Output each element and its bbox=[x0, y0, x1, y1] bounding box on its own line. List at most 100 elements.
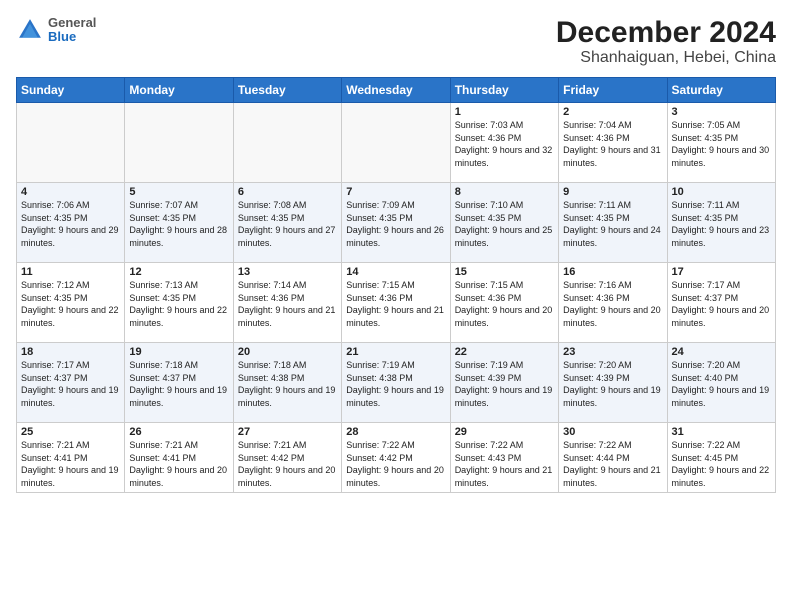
day-info: Sunrise: 7:22 AM Sunset: 4:43 PM Dayligh… bbox=[455, 439, 554, 489]
day-number: 21 bbox=[346, 346, 445, 358]
day-number: 23 bbox=[563, 346, 662, 358]
logo: General Blue bbox=[16, 16, 96, 45]
day-info: Sunrise: 7:08 AM Sunset: 4:35 PM Dayligh… bbox=[238, 199, 337, 249]
day-number: 19 bbox=[129, 346, 228, 358]
day-number: 20 bbox=[238, 346, 337, 358]
calendar-subtitle: Shanhaiguan, Hebei, China bbox=[556, 49, 776, 67]
table-row: 14 Sunrise: 7:15 AM Sunset: 4:36 PM Dayl… bbox=[342, 263, 450, 343]
day-info: Sunrise: 7:21 AM Sunset: 4:41 PM Dayligh… bbox=[129, 439, 228, 489]
day-number: 17 bbox=[672, 266, 771, 278]
table-row: 5 Sunrise: 7:07 AM Sunset: 4:35 PM Dayli… bbox=[125, 183, 233, 263]
day-info: Sunrise: 7:22 AM Sunset: 4:44 PM Dayligh… bbox=[563, 439, 662, 489]
table-row: 22 Sunrise: 7:19 AM Sunset: 4:39 PM Dayl… bbox=[450, 343, 558, 423]
day-number: 28 bbox=[346, 426, 445, 438]
day-info: Sunrise: 7:13 AM Sunset: 4:35 PM Dayligh… bbox=[129, 279, 228, 329]
day-info: Sunrise: 7:21 AM Sunset: 4:41 PM Dayligh… bbox=[21, 439, 120, 489]
logo-blue: Blue bbox=[48, 30, 96, 44]
table-row: 4 Sunrise: 7:06 AM Sunset: 4:35 PM Dayli… bbox=[17, 183, 125, 263]
table-row: 1 Sunrise: 7:03 AM Sunset: 4:36 PM Dayli… bbox=[450, 103, 558, 183]
day-info: Sunrise: 7:17 AM Sunset: 4:37 PM Dayligh… bbox=[672, 279, 771, 329]
table-row: 26 Sunrise: 7:21 AM Sunset: 4:41 PM Dayl… bbox=[125, 423, 233, 493]
col-wednesday: Wednesday bbox=[342, 78, 450, 103]
col-tuesday: Tuesday bbox=[233, 78, 341, 103]
day-number: 29 bbox=[455, 426, 554, 438]
table-row: 29 Sunrise: 7:22 AM Sunset: 4:43 PM Dayl… bbox=[450, 423, 558, 493]
col-sunday: Sunday bbox=[17, 78, 125, 103]
day-info: Sunrise: 7:18 AM Sunset: 4:38 PM Dayligh… bbox=[238, 359, 337, 409]
table-row bbox=[342, 103, 450, 183]
logo-icon bbox=[16, 16, 44, 44]
table-row: 6 Sunrise: 7:08 AM Sunset: 4:35 PM Dayli… bbox=[233, 183, 341, 263]
table-row bbox=[125, 103, 233, 183]
day-info: Sunrise: 7:10 AM Sunset: 4:35 PM Dayligh… bbox=[455, 199, 554, 249]
day-info: Sunrise: 7:06 AM Sunset: 4:35 PM Dayligh… bbox=[21, 199, 120, 249]
table-row: 10 Sunrise: 7:11 AM Sunset: 4:35 PM Dayl… bbox=[667, 183, 775, 263]
day-info: Sunrise: 7:16 AM Sunset: 4:36 PM Dayligh… bbox=[563, 279, 662, 329]
logo-text: General Blue bbox=[48, 16, 96, 45]
day-number: 16 bbox=[563, 266, 662, 278]
table-row: 28 Sunrise: 7:22 AM Sunset: 4:42 PM Dayl… bbox=[342, 423, 450, 493]
day-info: Sunrise: 7:11 AM Sunset: 4:35 PM Dayligh… bbox=[672, 199, 771, 249]
day-number: 10 bbox=[672, 186, 771, 198]
col-friday: Friday bbox=[559, 78, 667, 103]
col-saturday: Saturday bbox=[667, 78, 775, 103]
table-row: 12 Sunrise: 7:13 AM Sunset: 4:35 PM Dayl… bbox=[125, 263, 233, 343]
table-row bbox=[17, 103, 125, 183]
day-headers: Sunday Monday Tuesday Wednesday Thursday… bbox=[17, 78, 776, 103]
day-info: Sunrise: 7:21 AM Sunset: 4:42 PM Dayligh… bbox=[238, 439, 337, 489]
day-info: Sunrise: 7:17 AM Sunset: 4:37 PM Dayligh… bbox=[21, 359, 120, 409]
col-monday: Monday bbox=[125, 78, 233, 103]
table-row: 31 Sunrise: 7:22 AM Sunset: 4:45 PM Dayl… bbox=[667, 423, 775, 493]
day-info: Sunrise: 7:15 AM Sunset: 4:36 PM Dayligh… bbox=[346, 279, 445, 329]
day-number: 2 bbox=[563, 106, 662, 118]
table-row: 24 Sunrise: 7:20 AM Sunset: 4:40 PM Dayl… bbox=[667, 343, 775, 423]
day-number: 27 bbox=[238, 426, 337, 438]
day-number: 18 bbox=[21, 346, 120, 358]
day-info: Sunrise: 7:22 AM Sunset: 4:42 PM Dayligh… bbox=[346, 439, 445, 489]
title-block: December 2024 Shanhaiguan, Hebei, China bbox=[556, 16, 776, 67]
table-row: 18 Sunrise: 7:17 AM Sunset: 4:37 PM Dayl… bbox=[17, 343, 125, 423]
day-number: 8 bbox=[455, 186, 554, 198]
table-row: 9 Sunrise: 7:11 AM Sunset: 4:35 PM Dayli… bbox=[559, 183, 667, 263]
day-info: Sunrise: 7:11 AM Sunset: 4:35 PM Dayligh… bbox=[563, 199, 662, 249]
table-row: 3 Sunrise: 7:05 AM Sunset: 4:35 PM Dayli… bbox=[667, 103, 775, 183]
calendar-title: December 2024 bbox=[556, 16, 776, 49]
calendar-table: Sunday Monday Tuesday Wednesday Thursday… bbox=[16, 77, 776, 493]
day-info: Sunrise: 7:20 AM Sunset: 4:39 PM Dayligh… bbox=[563, 359, 662, 409]
day-number: 14 bbox=[346, 266, 445, 278]
day-number: 13 bbox=[238, 266, 337, 278]
table-row: 21 Sunrise: 7:19 AM Sunset: 4:38 PM Dayl… bbox=[342, 343, 450, 423]
table-row: 25 Sunrise: 7:21 AM Sunset: 4:41 PM Dayl… bbox=[17, 423, 125, 493]
table-row: 8 Sunrise: 7:10 AM Sunset: 4:35 PM Dayli… bbox=[450, 183, 558, 263]
table-row bbox=[233, 103, 341, 183]
day-number: 25 bbox=[21, 426, 120, 438]
day-number: 22 bbox=[455, 346, 554, 358]
day-number: 9 bbox=[563, 186, 662, 198]
page: General Blue December 2024 Shanhaiguan, … bbox=[0, 0, 792, 612]
col-thursday: Thursday bbox=[450, 78, 558, 103]
table-row: 7 Sunrise: 7:09 AM Sunset: 4:35 PM Dayli… bbox=[342, 183, 450, 263]
table-row: 30 Sunrise: 7:22 AM Sunset: 4:44 PM Dayl… bbox=[559, 423, 667, 493]
day-number: 5 bbox=[129, 186, 228, 198]
day-number: 26 bbox=[129, 426, 228, 438]
day-number: 7 bbox=[346, 186, 445, 198]
table-row: 2 Sunrise: 7:04 AM Sunset: 4:36 PM Dayli… bbox=[559, 103, 667, 183]
day-info: Sunrise: 7:04 AM Sunset: 4:36 PM Dayligh… bbox=[563, 119, 662, 169]
day-info: Sunrise: 7:05 AM Sunset: 4:35 PM Dayligh… bbox=[672, 119, 771, 169]
table-row: 23 Sunrise: 7:20 AM Sunset: 4:39 PM Dayl… bbox=[559, 343, 667, 423]
day-info: Sunrise: 7:20 AM Sunset: 4:40 PM Dayligh… bbox=[672, 359, 771, 409]
day-number: 24 bbox=[672, 346, 771, 358]
table-row: 17 Sunrise: 7:17 AM Sunset: 4:37 PM Dayl… bbox=[667, 263, 775, 343]
table-row: 15 Sunrise: 7:15 AM Sunset: 4:36 PM Dayl… bbox=[450, 263, 558, 343]
day-info: Sunrise: 7:14 AM Sunset: 4:36 PM Dayligh… bbox=[238, 279, 337, 329]
day-number: 30 bbox=[563, 426, 662, 438]
table-row: 13 Sunrise: 7:14 AM Sunset: 4:36 PM Dayl… bbox=[233, 263, 341, 343]
day-number: 12 bbox=[129, 266, 228, 278]
day-info: Sunrise: 7:15 AM Sunset: 4:36 PM Dayligh… bbox=[455, 279, 554, 329]
day-info: Sunrise: 7:22 AM Sunset: 4:45 PM Dayligh… bbox=[672, 439, 771, 489]
table-row: 19 Sunrise: 7:18 AM Sunset: 4:37 PM Dayl… bbox=[125, 343, 233, 423]
day-info: Sunrise: 7:12 AM Sunset: 4:35 PM Dayligh… bbox=[21, 279, 120, 329]
day-info: Sunrise: 7:18 AM Sunset: 4:37 PM Dayligh… bbox=[129, 359, 228, 409]
day-number: 3 bbox=[672, 106, 771, 118]
day-info: Sunrise: 7:19 AM Sunset: 4:38 PM Dayligh… bbox=[346, 359, 445, 409]
